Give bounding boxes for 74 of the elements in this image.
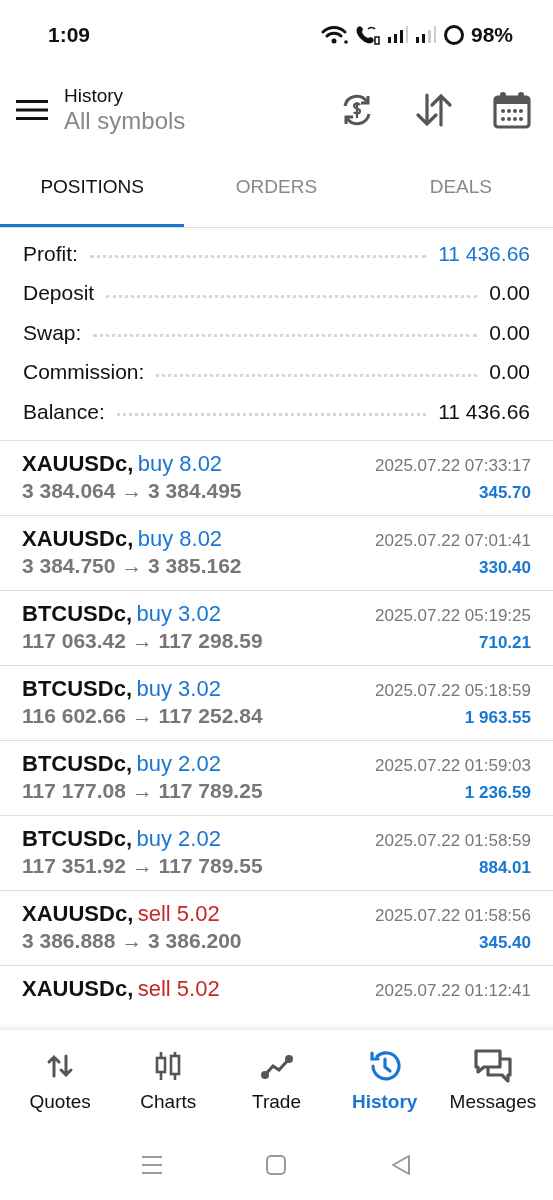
home-icon[interactable] <box>265 1153 288 1176</box>
deal-time: 2025.07.22 07:01:41 <box>375 530 531 551</box>
back-icon[interactable] <box>389 1153 412 1176</box>
summary-label: Balance: <box>23 399 105 424</box>
summary-value: 0.00 <box>489 281 530 306</box>
summary-label: Profit: <box>23 241 78 266</box>
deal-type: sell 5.02 <box>137 900 220 926</box>
sort-icon[interactable] <box>415 93 453 127</box>
symbol-filter[interactable]: All symbols <box>64 107 186 135</box>
price-range: 3 384.750 → 3 385.162 <box>22 553 242 578</box>
symbol-name: XAUUSDc, <box>22 900 134 926</box>
symbol-name: XAUUSDc, <box>22 450 134 476</box>
chat-bubbles-icon <box>472 1047 513 1084</box>
symbol-name: BTCUSDc, <box>22 600 132 626</box>
nav-item[interactable]: Messages <box>438 1046 547 1113</box>
profit-value: 1 236.59 <box>464 782 531 803</box>
nav-item[interactable]: History <box>330 1046 439 1113</box>
symbol-name: XAUUSDc, <box>22 975 134 1001</box>
deal-time: 2025.07.22 05:18:59 <box>375 680 531 701</box>
summary-value: 11 436.66 <box>438 241 530 266</box>
symbol-name: XAUUSDc, <box>22 525 134 551</box>
price-range: 117 177.08 → 117 789.25 <box>22 778 263 803</box>
symbol-name: BTCUSDc, <box>22 825 132 851</box>
deal-time: 2025.07.22 01:12:41 <box>375 980 531 1001</box>
tab[interactable]: POSITIONS <box>0 150 185 227</box>
profit-value: 884.01 <box>479 857 531 878</box>
summary-label: Swap: <box>23 320 82 345</box>
profit-value: 330.40 <box>479 557 531 578</box>
nav-item[interactable]: Trade <box>222 1046 331 1113</box>
deal-time: 2025.07.22 01:58:56 <box>375 905 531 926</box>
tab[interactable]: ORDERS <box>184 150 369 227</box>
deal-type: buy 2.02 <box>136 825 221 851</box>
wifi-call-icon <box>354 24 381 46</box>
deal-time: 2025.07.22 07:33:17 <box>375 455 531 476</box>
summary-value: 0.00 <box>489 320 530 345</box>
deal-type: buy 2.02 <box>136 750 221 776</box>
tab[interactable]: DEALS <box>368 150 553 227</box>
symbol-name: BTCUSDc, <box>22 750 132 776</box>
price-range: 3 384.064 → 3 384.495 <box>22 478 242 503</box>
nav-item[interactable]: Charts <box>114 1046 223 1113</box>
deal-time: 2025.07.22 01:59:03 <box>375 755 531 776</box>
recent-apps-icon[interactable] <box>141 1154 164 1175</box>
signal-icon <box>386 26 409 44</box>
clock-time: 1:09 <box>48 23 92 47</box>
profit-value: 710.21 <box>479 632 531 653</box>
deal-time: 2025.07.22 01:58:59 <box>375 830 531 851</box>
deal-time: 2025.07.22 05:19:25 <box>375 605 531 626</box>
nav-item[interactable]: Quotes <box>6 1046 115 1113</box>
price-range: 117 063.42 → 117 298.59 <box>22 628 263 653</box>
signal-icon <box>414 26 437 44</box>
summary-label: Commission: <box>23 360 145 385</box>
menu-icon[interactable] <box>16 99 48 121</box>
deal-type: sell 5.02 <box>137 975 220 1001</box>
screen-title: History <box>64 85 124 107</box>
deal-type: buy 8.02 <box>137 525 223 551</box>
profit-value: 345.40 <box>479 932 531 953</box>
symbol-name: BTCUSDc, <box>22 675 132 701</box>
profit-value: 1 963.55 <box>464 707 531 728</box>
summary-label: Deposit <box>23 281 95 306</box>
battery-icon <box>442 24 465 46</box>
summary-value: 11 436.66 <box>438 399 530 424</box>
deal-type: buy 8.02 <box>137 450 223 476</box>
summary-value: 0.00 <box>489 360 530 385</box>
profit-value: 345.70 <box>479 482 531 503</box>
candlestick-icon <box>154 1049 183 1082</box>
battery-level: 98% <box>470 23 513 47</box>
history-clock-icon <box>367 1048 402 1083</box>
wifi-icon <box>320 25 349 45</box>
price-range: 3 386.888 → 3 386.200 <box>22 928 242 953</box>
calendar-icon[interactable] <box>493 91 531 129</box>
deal-type: buy 3.02 <box>136 675 221 701</box>
price-range: 116 602.66 → 117 252.84 <box>22 703 263 728</box>
price-range: 117 351.92 → 117 789.55 <box>22 853 263 878</box>
deal-type: buy 3.02 <box>136 600 221 626</box>
